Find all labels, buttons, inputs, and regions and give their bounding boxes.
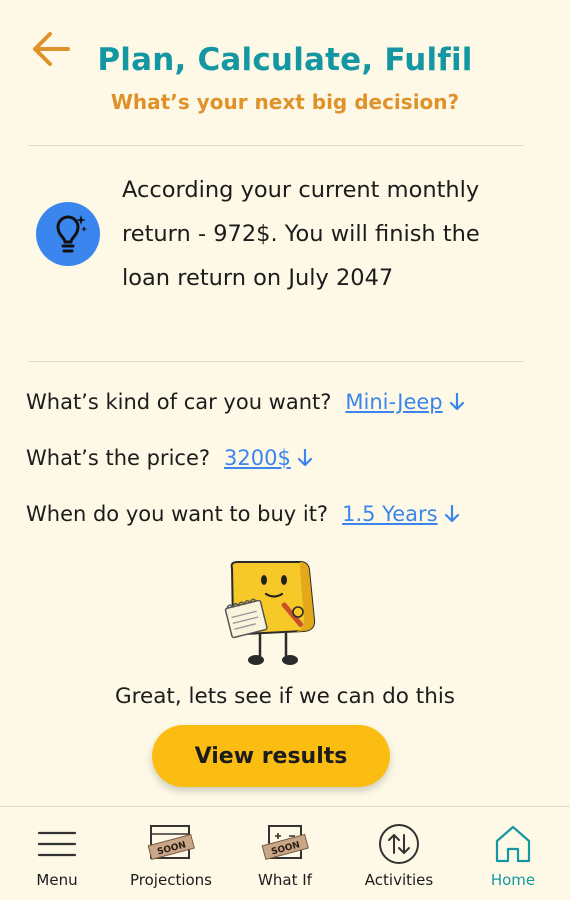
view-results-button[interactable]: View results [152, 725, 390, 787]
page-title: Plan, Calculate, Fulfil [97, 42, 473, 78]
tip-text: According your current monthly return - … [122, 177, 480, 291]
dropdown-value: 3200$ [224, 446, 291, 470]
car-type-dropdown[interactable]: Mini-Jeep [345, 390, 464, 414]
page-subtitle: What’s your next big decision? [110, 90, 460, 114]
question-label: When do you want to buy it? [26, 502, 329, 526]
arrow-down-icon [297, 448, 312, 467]
question-car-type: What’s kind of car you want? Mini-Jeep [26, 390, 465, 414]
nav-item-projections[interactable]: SOON Projections [114, 807, 228, 900]
tip-card: According your current monthly return - … [36, 168, 530, 300]
nav-label: What If [258, 871, 312, 889]
nav-item-home[interactable]: Home [456, 807, 570, 900]
price-dropdown[interactable]: 3200$ [224, 446, 313, 470]
arrow-down-icon [449, 392, 464, 411]
notepad-mascot-illustration [224, 561, 316, 665]
nav-item-activities[interactable]: Activities [342, 807, 456, 900]
projections-icon: SOON [141, 819, 201, 869]
what-if-icon: SOON [255, 819, 315, 869]
question-label: What’s kind of car you want? [26, 390, 332, 414]
encouragement-message: Great, lets see if we can do this [114, 684, 456, 709]
divider [28, 145, 524, 146]
timeframe-dropdown[interactable]: 1.5 Years [342, 502, 459, 526]
header: Plan, Calculate, Fulfil What’s your next… [0, 0, 570, 130]
nav-item-menu[interactable]: Menu [0, 807, 114, 900]
activities-icon [377, 819, 421, 869]
dropdown-value: Mini-Jeep [345, 390, 443, 414]
lightbulb-sparkle-icon [36, 202, 100, 266]
dropdown-value: 1.5 Years [342, 502, 438, 526]
nav-label: Home [490, 871, 536, 889]
nav-label: Menu [36, 871, 78, 889]
divider [28, 361, 524, 362]
bottom-nav: Menu SOON Projections SOON What If Activ… [0, 806, 570, 900]
nav-label: Projections [130, 871, 212, 889]
nav-item-what-if[interactable]: SOON What If [228, 807, 342, 900]
question-timeframe: When do you want to buy it? 1.5 Years [26, 502, 460, 526]
home-icon [493, 819, 533, 869]
arrow-down-icon [444, 504, 459, 523]
question-label: What’s the price? [26, 446, 211, 470]
nav-label: Activities [364, 871, 434, 889]
menu-icon [36, 819, 78, 869]
question-price: What’s the price? 3200$ [26, 446, 313, 470]
